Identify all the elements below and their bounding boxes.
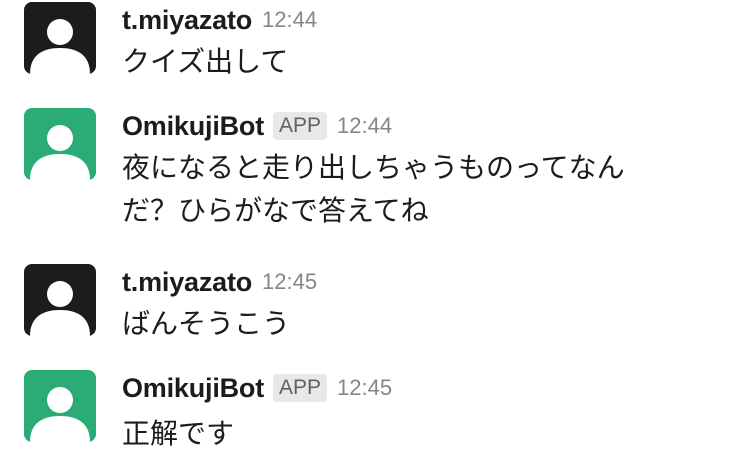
author-name[interactable]: t.miyazato xyxy=(122,5,252,36)
message-1: t.miyazato 12:44 クイズ出して xyxy=(0,2,734,82)
avatar-icon[interactable] xyxy=(24,370,96,442)
message-header: OmikujiBot APP 12:45 xyxy=(122,370,392,406)
message-2: OmikujiBot APP 12:44 夜になると走り出しちゃうものってなん … xyxy=(0,108,734,238)
message-line: だ？ひらがなで答えてね xyxy=(122,194,429,227)
message-line: 夜になると走り出しちゃうものってなん xyxy=(122,151,625,184)
avatar-icon[interactable] xyxy=(24,2,96,74)
message-body: 正解です xyxy=(122,412,234,455)
author-name[interactable]: OmikujiBot xyxy=(122,111,264,142)
author-name[interactable]: OmikujiBot xyxy=(122,373,264,404)
message-header: t.miyazato 12:45 xyxy=(122,264,317,300)
message-line: ばんそうこう xyxy=(122,307,291,340)
message-header: OmikujiBot APP 12:44 xyxy=(122,108,392,144)
timestamp[interactable]: 12:44 xyxy=(262,7,317,33)
message-body: クイズ出して xyxy=(122,40,288,83)
avatar-icon[interactable] xyxy=(24,264,96,336)
message-body: ばんそうこう xyxy=(122,302,290,345)
timestamp[interactable]: 12:44 xyxy=(337,113,392,139)
author-name[interactable]: t.miyazato xyxy=(122,267,252,298)
message-4: OmikujiBot APP 12:45 正解です xyxy=(0,370,734,465)
app-badge: APP xyxy=(273,374,328,402)
message-header: t.miyazato 12:44 xyxy=(122,2,317,38)
timestamp[interactable]: 12:45 xyxy=(337,375,392,401)
message-line: クイズ出して xyxy=(122,45,289,78)
message-3: t.miyazato 12:45 ばんそうこう xyxy=(0,264,734,344)
avatar-icon[interactable] xyxy=(24,108,96,180)
message-line: 正解です xyxy=(122,417,235,450)
timestamp[interactable]: 12:45 xyxy=(262,269,317,295)
message-body: 夜になると走り出しちゃうものってなん だ？ひらがなで答えてね xyxy=(122,146,625,232)
app-badge: APP xyxy=(273,112,328,140)
